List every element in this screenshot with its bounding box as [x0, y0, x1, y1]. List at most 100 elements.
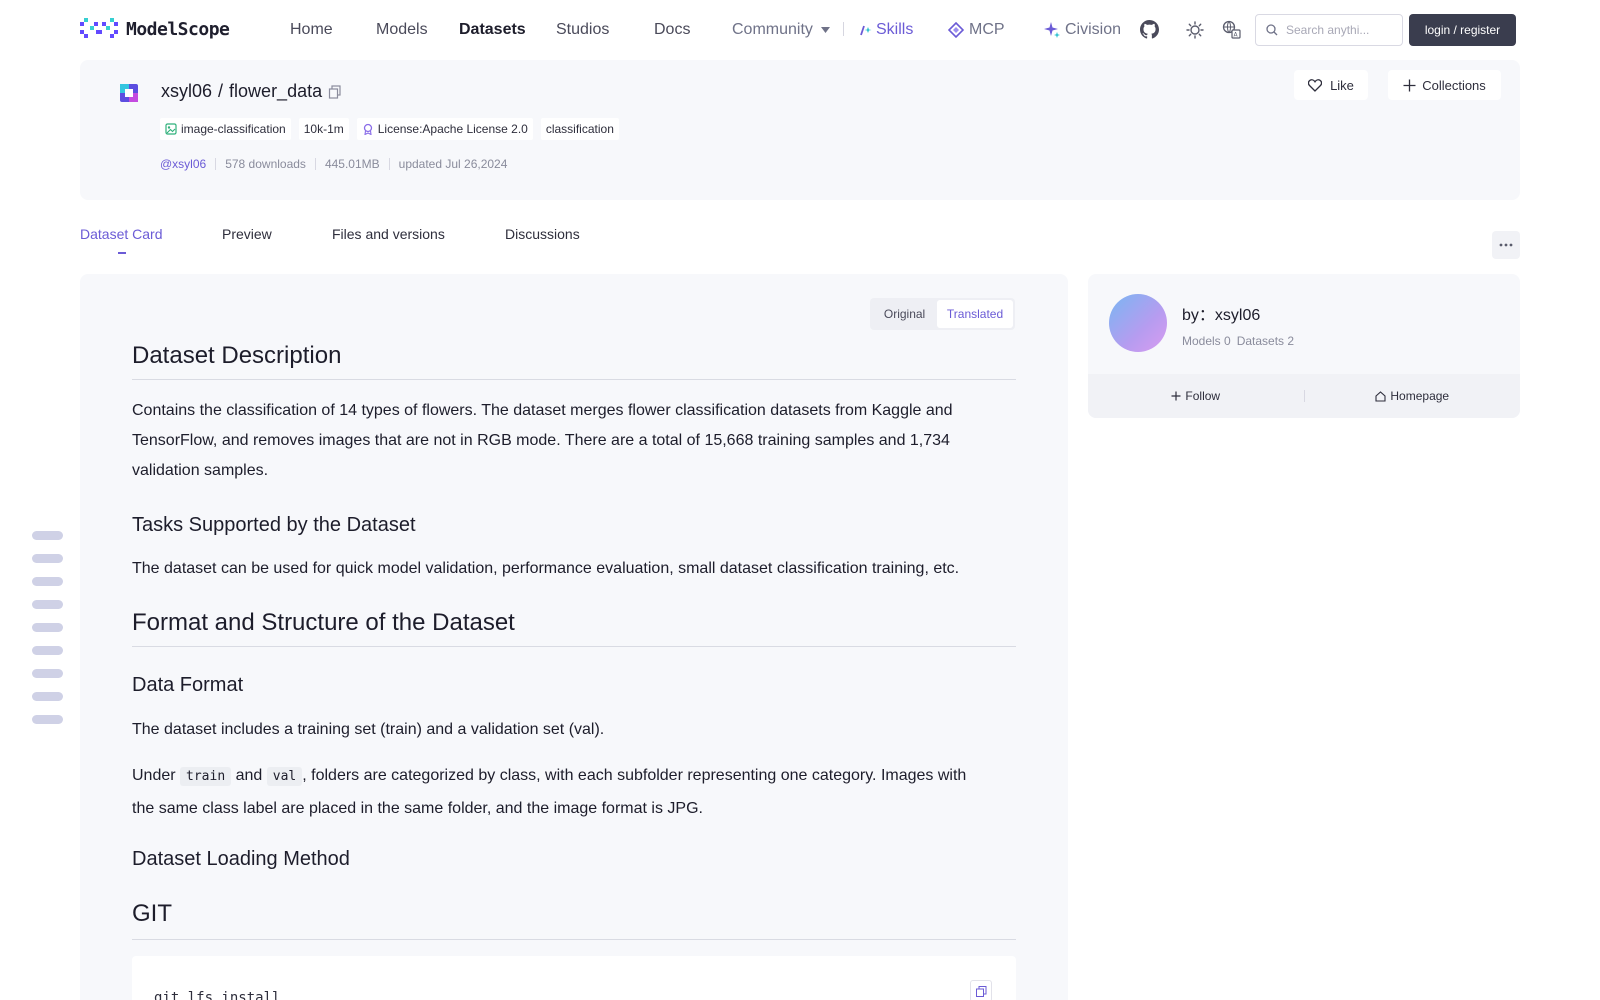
- tag-classification-label: classification: [545, 122, 614, 136]
- homepage-label: Homepage: [1390, 389, 1450, 403]
- author-models-count[interactable]: Models 0: [1182, 334, 1231, 348]
- toggle-translated[interactable]: Translated: [937, 300, 1013, 328]
- heading-tasks: Tasks Supported by the Dataset: [132, 514, 416, 536]
- nav-community-label: Community: [732, 21, 813, 38]
- tag-task[interactable]: image-classification: [160, 118, 291, 140]
- heading-git: GIT: [132, 900, 172, 927]
- heading-dataset-description: Dataset Description: [132, 342, 342, 369]
- copy-icon: [975, 985, 986, 997]
- heading-data-format: Data Format: [132, 674, 244, 696]
- title-separator: /: [218, 81, 224, 101]
- sparkle-icon: [1044, 22, 1060, 38]
- tab-discussions[interactable]: Discussions: [505, 226, 580, 242]
- dataset-tags: image-classification 10k-1m License:Apac…: [160, 118, 619, 140]
- author-link[interactable]: @xsyl06: [160, 157, 206, 171]
- tab-dataset-card[interactable]: Dataset Card: [80, 226, 162, 242]
- author-card: by：xsyl06 Models 0 Datasets 2 Follow Hom…: [1088, 274, 1520, 418]
- toc-item[interactable]: [32, 623, 63, 632]
- tag-size[interactable]: 10k-1m: [298, 118, 349, 140]
- nav-civision[interactable]: Civision: [1044, 21, 1121, 39]
- toc-item[interactable]: [32, 531, 63, 540]
- search-input[interactable]: [1286, 23, 1396, 37]
- plus-icon: [1171, 391, 1181, 401]
- code-line: git lfs install: [154, 990, 281, 1000]
- nav-mcp[interactable]: MCP: [948, 21, 1005, 39]
- toggle-original[interactable]: Original: [872, 300, 937, 328]
- meta-divider: [388, 158, 390, 170]
- nav-datasets[interactable]: Datasets: [459, 21, 526, 39]
- tab-files-and-versions[interactable]: Files and versions: [332, 226, 445, 242]
- language-toggle: Original Translated: [870, 298, 1015, 330]
- dataset-header-card: xsyl06 / flower_data image-classificatio…: [80, 60, 1520, 200]
- nav-docs[interactable]: Docs: [654, 21, 690, 39]
- follow-label: Follow: [1185, 389, 1221, 403]
- skills-icon: [860, 25, 872, 36]
- toc-item[interactable]: [32, 577, 63, 586]
- dataset-meta: @xsyl06 578 downloads 445.01MB updated J…: [160, 157, 507, 171]
- author-actions: Follow Homepage: [1088, 374, 1520, 418]
- download-count: 578 downloads: [225, 157, 306, 171]
- github-icon[interactable]: [1140, 20, 1159, 39]
- language-icon[interactable]: A: [1222, 20, 1241, 39]
- toc-item[interactable]: [32, 646, 63, 655]
- toc-item[interactable]: [32, 669, 63, 678]
- tag-size-label: 10k-1m: [303, 122, 344, 136]
- updated-date: updated Jul 26,2024: [398, 157, 508, 171]
- collections-label: Collections: [1422, 77, 1486, 93]
- copy-icon[interactable]: [328, 84, 342, 99]
- sun-icon[interactable]: [1186, 21, 1204, 39]
- dataset-title: xsyl06 / flower_data: [161, 81, 342, 102]
- tag-license[interactable]: License:Apache License 2.0: [356, 118, 533, 140]
- top-header: ModelScope Home Models Datasets Studios …: [0, 0, 1600, 60]
- image-classification-icon: [165, 123, 177, 135]
- collections-button[interactable]: Collections: [1388, 70, 1501, 100]
- nav-home[interactable]: Home: [290, 21, 333, 39]
- like-label: Like: [1330, 77, 1354, 93]
- tab-preview[interactable]: Preview: [222, 226, 272, 242]
- toc-item[interactable]: [32, 554, 63, 563]
- toc-item[interactable]: [32, 715, 63, 724]
- heading-rule: [132, 646, 1016, 647]
- copy-code-button[interactable]: [970, 980, 992, 1000]
- like-button[interactable]: Like: [1294, 70, 1368, 100]
- search-icon: [1266, 24, 1278, 36]
- caret-down-icon: [820, 27, 830, 33]
- heart-icon: [1308, 78, 1323, 92]
- paragraph-description: Contains the classification of 14 types …: [132, 402, 953, 479]
- paragraph-tasks: The dataset can be used for quick model …: [132, 560, 960, 577]
- nav-divider: [843, 22, 844, 36]
- author-avatar[interactable]: [1109, 294, 1167, 352]
- dataset-size: 445.01MB: [324, 157, 380, 171]
- plus-icon: [1403, 79, 1416, 91]
- heading-rule: [132, 939, 1016, 940]
- logo-text: ModelScope: [126, 18, 230, 40]
- author-name[interactable]: by：xsyl06: [1182, 301, 1260, 325]
- author-stats: Models 0 Datasets 2: [1182, 334, 1294, 348]
- home-icon: [1375, 390, 1386, 402]
- modelscope-logo[interactable]: ModelScope: [80, 18, 230, 40]
- dataset-owner[interactable]: xsyl06: [161, 81, 212, 102]
- nav-mcp-label: MCP: [969, 21, 1005, 38]
- follow-button[interactable]: Follow: [1088, 389, 1304, 403]
- paragraph-folder-structure: Under train and val, folders are categor…: [132, 760, 992, 825]
- meta-divider: [215, 158, 217, 170]
- login-register-button[interactable]: login / register: [1409, 14, 1516, 46]
- tag-classification[interactable]: classification: [540, 118, 619, 140]
- more-options-button[interactable]: [1492, 231, 1520, 259]
- tag-license-label: License:Apache License 2.0: [377, 122, 528, 136]
- toc-item[interactable]: [32, 692, 63, 701]
- text-segment: and: [231, 767, 267, 784]
- nav-skills[interactable]: Skills: [858, 21, 913, 39]
- nav-skills-label: Skills: [876, 21, 914, 38]
- homepage-button[interactable]: Homepage: [1305, 389, 1521, 403]
- heading-rule: [132, 379, 1016, 380]
- search-box[interactable]: [1255, 14, 1403, 46]
- text-segment: Under: [132, 767, 181, 784]
- author-datasets-count[interactable]: Datasets 2: [1237, 334, 1294, 348]
- toc-item[interactable]: [32, 600, 63, 609]
- tag-task-label: image-classification: [181, 122, 286, 136]
- nav-models[interactable]: Models: [376, 21, 428, 39]
- inline-code-val: val: [266, 767, 303, 786]
- nav-community[interactable]: Community: [732, 21, 830, 39]
- nav-studios[interactable]: Studios: [556, 21, 609, 39]
